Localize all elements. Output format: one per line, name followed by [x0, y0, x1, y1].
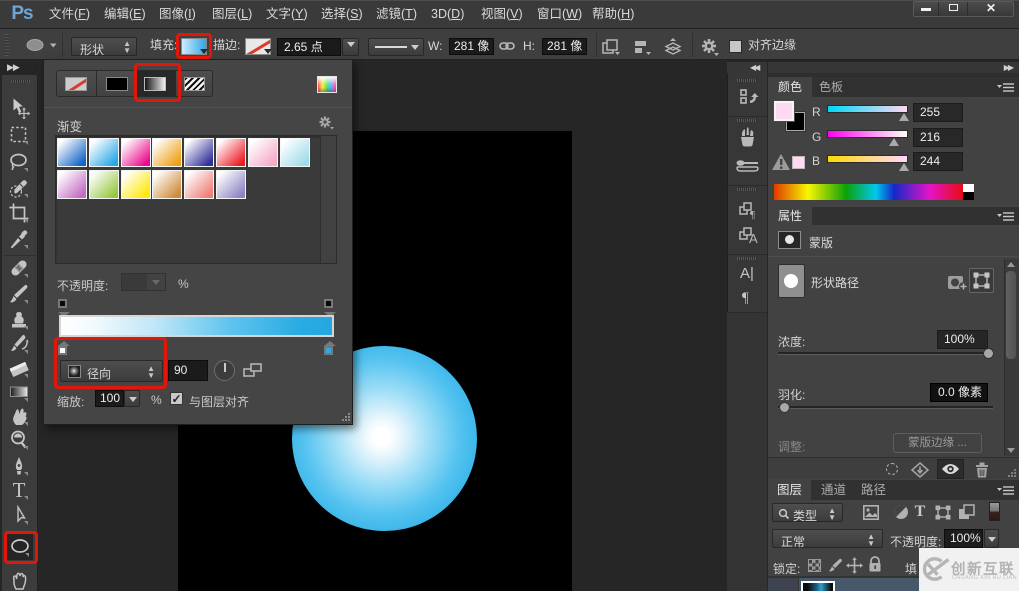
svg-text:¶: ¶	[750, 209, 755, 221]
svg-text:A: A	[749, 231, 758, 246]
